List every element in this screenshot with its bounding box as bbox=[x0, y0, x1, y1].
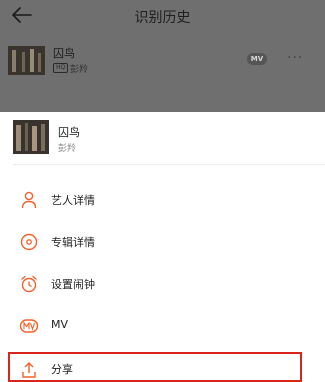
menu-item-label: MV bbox=[51, 318, 69, 331]
artist-name: 彭羚 bbox=[70, 65, 89, 75]
song-title: 囚鸟 bbox=[53, 47, 75, 60]
menu-item-mv[interactable]: MV bbox=[0, 308, 325, 344]
share-icon bbox=[22, 362, 36, 378]
artist-name: 彭羚 bbox=[58, 144, 77, 154]
top-bar: 识别历史 bbox=[0, 0, 325, 30]
menu-item-share-label[interactable]: 分享 bbox=[51, 361, 73, 377]
menu-item-artist-details[interactable]: 艺人详情 bbox=[0, 182, 325, 218]
artist-icon bbox=[21, 191, 37, 209]
menu-item-set-alarm[interactable]: 设置闹钟 bbox=[0, 266, 325, 302]
alarm-clock-icon bbox=[21, 275, 37, 293]
history-row[interactable]: 囚鸟 HQ 彭羚 MV ··· bbox=[0, 34, 325, 90]
sheet-song-header: 囚鸟 彭羚 bbox=[0, 112, 325, 162]
menu-item-album-details[interactable]: 专辑详情 bbox=[0, 224, 325, 260]
page-title: 识别历史 bbox=[134, 10, 191, 26]
menu-item-label: 艺人详情 bbox=[51, 194, 95, 207]
bottom-sheet: 囚鸟 彭羚 艺人详情 专辑详情 设置闹钟 MV bbox=[0, 112, 325, 370]
quality-badge: HQ bbox=[53, 63, 69, 73]
album-cover-thumbnail bbox=[13, 120, 49, 154]
mv-icon bbox=[19, 319, 39, 333]
album-icon bbox=[20, 233, 38, 251]
menu-item-label: 设置闹钟 bbox=[51, 278, 95, 291]
menu-item-label: 专辑详情 bbox=[51, 236, 95, 249]
song-title: 囚鸟 bbox=[58, 126, 80, 139]
mv-badge[interactable]: MV bbox=[247, 53, 267, 65]
dimmed-background: 识别历史 囚鸟 HQ 彭羚 MV ··· bbox=[0, 0, 325, 112]
album-cover-thumbnail bbox=[8, 46, 45, 75]
more-options-icon[interactable]: ··· bbox=[287, 50, 303, 66]
divider bbox=[13, 164, 325, 165]
